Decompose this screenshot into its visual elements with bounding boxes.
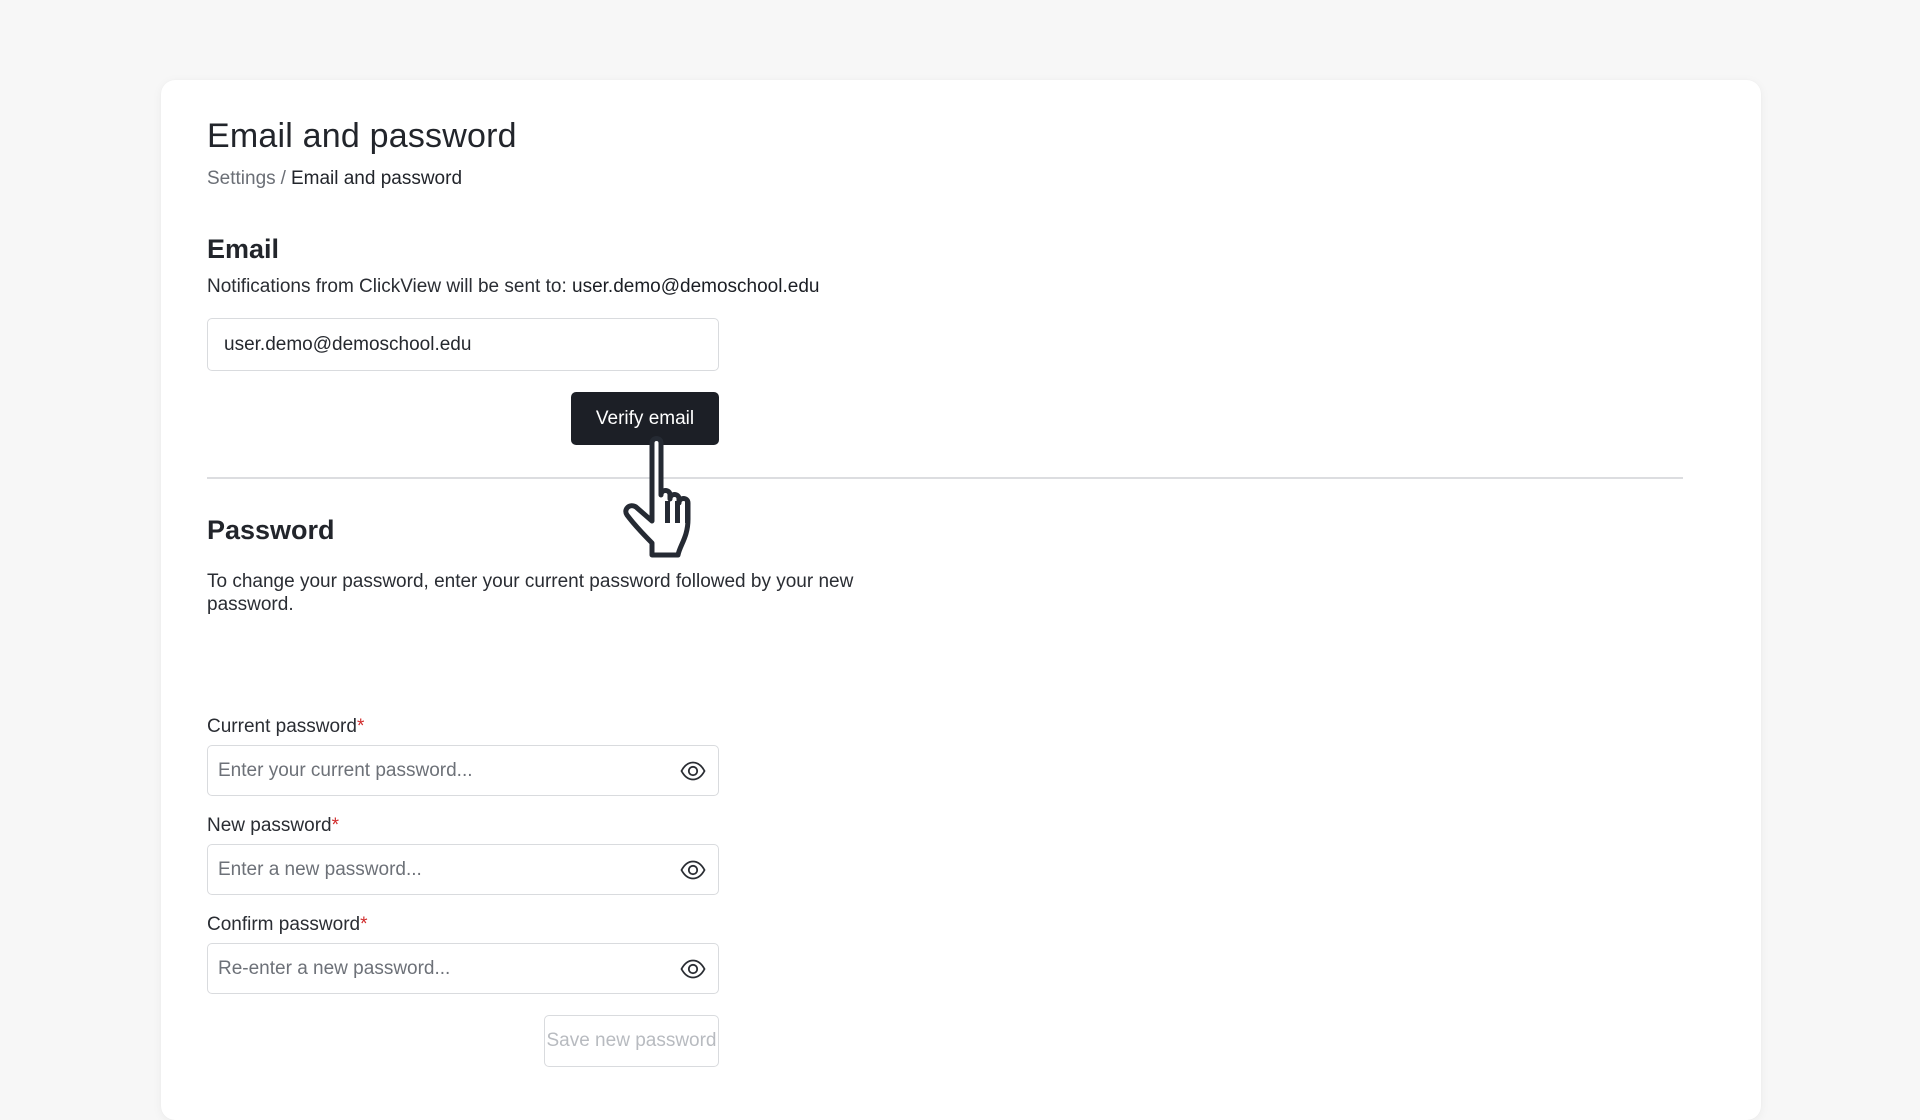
- required-marker: *: [360, 914, 368, 935]
- email-section-title: Email: [207, 234, 280, 264]
- email-note-address: user.demo@demoschool.edu: [572, 276, 820, 297]
- settings-card: Email and password Settings / Email and pa…: [161, 80, 1761, 1120]
- required-marker: *: [356, 716, 365, 737]
- eye-icon[interactable]: [680, 759, 706, 783]
- hand-pointer-cursor-icon: [623, 436, 691, 558]
- confirm-password-label: Confirm password*: [207, 914, 368, 936]
- current-password-input[interactable]: [208, 746, 658, 795]
- email-notification-note: Notifications from ClickView will be sen…: [207, 276, 819, 298]
- current-password-field: [207, 745, 719, 796]
- email-input[interactable]: [207, 318, 719, 371]
- new-password-label-text: New password: [207, 815, 332, 836]
- new-password-input[interactable]: [208, 845, 658, 894]
- breadcrumb-separator: /: [280, 168, 286, 189]
- confirm-password-label-text: Confirm password: [207, 914, 361, 935]
- breadcrumb-current: Email and password: [290, 168, 463, 189]
- breadcrumb-settings-link[interactable]: Settings: [207, 168, 276, 189]
- section-divider: [207, 477, 1683, 479]
- save-new-password-button[interactable]: Save new password: [544, 1015, 719, 1067]
- new-password-field: [207, 844, 719, 895]
- password-description: To change your password, enter your curr…: [207, 571, 854, 615]
- page-title: Email and password: [207, 117, 517, 155]
- password-section-title: Password: [207, 515, 335, 545]
- breadcrumb: Settings / Email and password: [207, 168, 462, 190]
- confirm-password-input[interactable]: [208, 944, 658, 993]
- new-password-label: New password*: [207, 815, 339, 837]
- current-password-label-text: Current password: [207, 716, 357, 737]
- required-marker: *: [331, 815, 340, 836]
- settings-content: Email and password Settings / Email and pa…: [207, 80, 1683, 1120]
- confirm-password-field: [207, 943, 719, 994]
- current-password-label: Current password*: [207, 716, 364, 738]
- email-note-prefix: Notifications from ClickView will be sen…: [207, 276, 567, 297]
- eye-icon[interactable]: [680, 957, 706, 981]
- eye-icon[interactable]: [680, 858, 706, 882]
